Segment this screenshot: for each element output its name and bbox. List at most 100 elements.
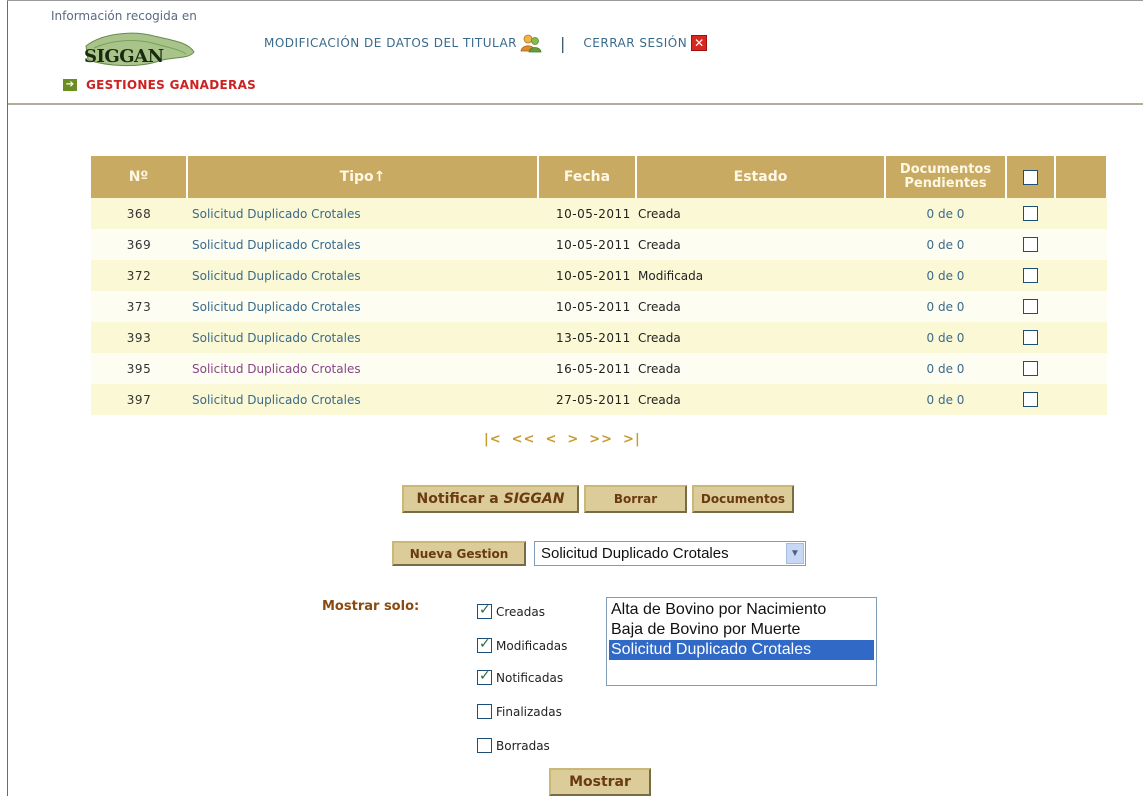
listbox-option[interactable]: Baja de Bovino por Muerte	[609, 620, 874, 640]
row-checkbox[interactable]	[1023, 361, 1038, 376]
gestiones-table-wrap: Nº Tipo↑ Fecha Estado Documentos Pendien…	[91, 156, 1108, 415]
arrow-right-icon: ➔	[63, 79, 77, 91]
row-tipo-link[interactable]: Solicitud Duplicado Crotales	[192, 269, 361, 283]
row-checkbox[interactable]	[1023, 330, 1038, 345]
filter-checkbox[interactable]	[477, 602, 492, 619]
row-num: 369	[91, 229, 187, 260]
gestiones-table: Nº Tipo↑ Fecha Estado Documentos Pendien…	[91, 156, 1108, 415]
filter-modificadas[interactable]: Modificadas	[477, 636, 597, 653]
row-docs: 0 de 0	[885, 353, 1006, 384]
col-header-empty	[1055, 156, 1108, 198]
docs-header-line2: Pendientes	[904, 176, 987, 191]
filter-checkbox[interactable]	[477, 738, 492, 753]
documentos-button[interactable]: Documentos	[692, 485, 794, 513]
mostrar-button[interactable]: Mostrar	[549, 768, 651, 796]
col-header-fecha[interactable]: Fecha	[538, 156, 637, 198]
table-row: 395 Solicitud Duplicado Crotales 16-05-2…	[91, 353, 1107, 384]
row-tipo: Solicitud Duplicado Crotales	[187, 353, 538, 384]
nueva-gestion-button[interactable]: Nueva Gestion	[392, 541, 526, 566]
filter-checkbox[interactable]	[477, 704, 492, 719]
logo-text: SIGGAN	[84, 46, 164, 67]
siggan-logo[interactable]: SIGGAN	[76, 26, 196, 68]
row-docs: 0 de 0	[885, 322, 1006, 353]
row-checkbox[interactable]	[1023, 206, 1038, 221]
modificacion-datos-link[interactable]: MODIFICACIÓN DE DATOS DEL TITULAR	[264, 36, 517, 50]
listbox-option[interactable]: Alta de Bovino por Nacimiento	[609, 600, 874, 620]
row-checkbox[interactable]	[1023, 392, 1038, 407]
row-tipo-link[interactable]: Solicitud Duplicado Crotales	[192, 331, 361, 345]
filter-creadas[interactable]: Creadas	[477, 602, 597, 619]
row-estado: Modificada	[636, 260, 885, 291]
gestion-type-select[interactable]: Solicitud Duplicado Crotales ▼	[534, 541, 806, 566]
pager-first[interactable]: |<	[484, 432, 502, 447]
row-tipo-link[interactable]: Solicitud Duplicado Crotales	[192, 393, 361, 407]
row-empty	[1055, 353, 1107, 384]
filter-borradas[interactable]: Borradas	[477, 738, 597, 753]
mostrar-solo-label: Mostrar solo:	[322, 599, 420, 614]
frame-left-border	[7, 0, 8, 796]
gestiones-ganaderas-breadcrumb[interactable]: ➔ GESTIONES GANADERAS	[63, 78, 256, 92]
row-estado: Creada	[636, 229, 885, 260]
table-row: 373 Solicitud Duplicado Crotales 10-05-2…	[91, 291, 1107, 322]
pager-next-page[interactable]: >>	[589, 432, 613, 447]
col-header-num[interactable]: Nº	[91, 156, 188, 198]
row-num: 395	[91, 353, 187, 384]
chevron-down-icon[interactable]: ▼	[786, 543, 804, 564]
row-empty	[1055, 198, 1107, 229]
row-checkbox[interactable]	[1023, 299, 1038, 314]
row-tipo: Solicitud Duplicado Crotales	[187, 198, 538, 229]
row-tipo: Solicitud Duplicado Crotales	[187, 384, 538, 415]
row-tipo-link[interactable]: Solicitud Duplicado Crotales	[192, 238, 361, 252]
row-estado: Creada	[636, 384, 885, 415]
borrar-button[interactable]: Borrar	[584, 485, 687, 513]
notificar-prefix: Notificar a	[416, 491, 504, 507]
row-estado: Creada	[636, 291, 885, 322]
row-fecha: 10-05-2011	[538, 198, 636, 229]
pager-last[interactable]: >|	[623, 432, 641, 447]
row-fecha: 10-05-2011	[538, 260, 636, 291]
row-num: 372	[91, 260, 187, 291]
row-docs: 0 de 0	[885, 229, 1006, 260]
users-icon[interactable]	[520, 33, 542, 53]
filter-checkbox[interactable]	[477, 668, 492, 685]
row-num: 393	[91, 322, 187, 353]
row-tipo-link[interactable]: Solicitud Duplicado Crotales	[192, 300, 361, 314]
filter-notificadas[interactable]: Notificadas	[477, 668, 597, 685]
header-divider	[8, 103, 1143, 105]
col-header-documentos[interactable]: Documentos Pendientes	[885, 156, 1007, 198]
filter-checkbox[interactable]	[477, 636, 492, 653]
row-tipo: Solicitud Duplicado Crotales	[187, 229, 538, 260]
notificar-siggan-button[interactable]: Notificar a SIGGAN	[402, 485, 579, 513]
row-fecha: 10-05-2011	[538, 291, 636, 322]
row-tipo: Solicitud Duplicado Crotales	[187, 291, 538, 322]
row-docs: 0 de 0	[885, 260, 1006, 291]
table-row: 397 Solicitud Duplicado Crotales 27-05-2…	[91, 384, 1107, 415]
row-empty	[1055, 291, 1107, 322]
row-tipo-link[interactable]: Solicitud Duplicado Crotales	[192, 207, 361, 221]
row-empty	[1055, 229, 1107, 260]
col-header-estado[interactable]: Estado	[636, 156, 886, 198]
pager-prev-page[interactable]: <<	[512, 432, 536, 447]
listbox-option-selected[interactable]: Solicitud Duplicado Crotales	[609, 640, 874, 660]
row-tipo-link[interactable]: Solicitud Duplicado Crotales	[192, 362, 361, 376]
tipo-gestion-listbox[interactable]: Alta de Bovino por Nacimiento Baja de Bo…	[606, 597, 877, 686]
row-docs: 0 de 0	[885, 384, 1006, 415]
filter-finalizadas[interactable]: Finalizadas	[477, 704, 597, 719]
row-checkbox[interactable]	[1023, 268, 1038, 283]
pager-prev[interactable]: <	[545, 432, 557, 447]
col-header-tipo[interactable]: Tipo↑	[187, 156, 539, 198]
row-tipo: Solicitud Duplicado Crotales	[187, 260, 538, 291]
select-all-checkbox[interactable]	[1023, 169, 1038, 185]
row-empty	[1055, 260, 1107, 291]
pager-next[interactable]: >	[567, 432, 579, 447]
row-checkbox[interactable]	[1023, 237, 1038, 252]
cerrar-sesion-link[interactable]: CERRAR SESIÓN	[583, 36, 687, 50]
filter-label: Finalizadas	[496, 704, 562, 719]
notificar-target: SIGGAN	[503, 491, 565, 507]
close-icon[interactable]: ✕	[691, 35, 708, 51]
row-fecha: 10-05-2011	[538, 229, 636, 260]
row-docs: 0 de 0	[885, 198, 1006, 229]
row-tipo: Solicitud Duplicado Crotales	[187, 322, 538, 353]
row-select	[1006, 322, 1055, 353]
row-select	[1006, 291, 1055, 322]
